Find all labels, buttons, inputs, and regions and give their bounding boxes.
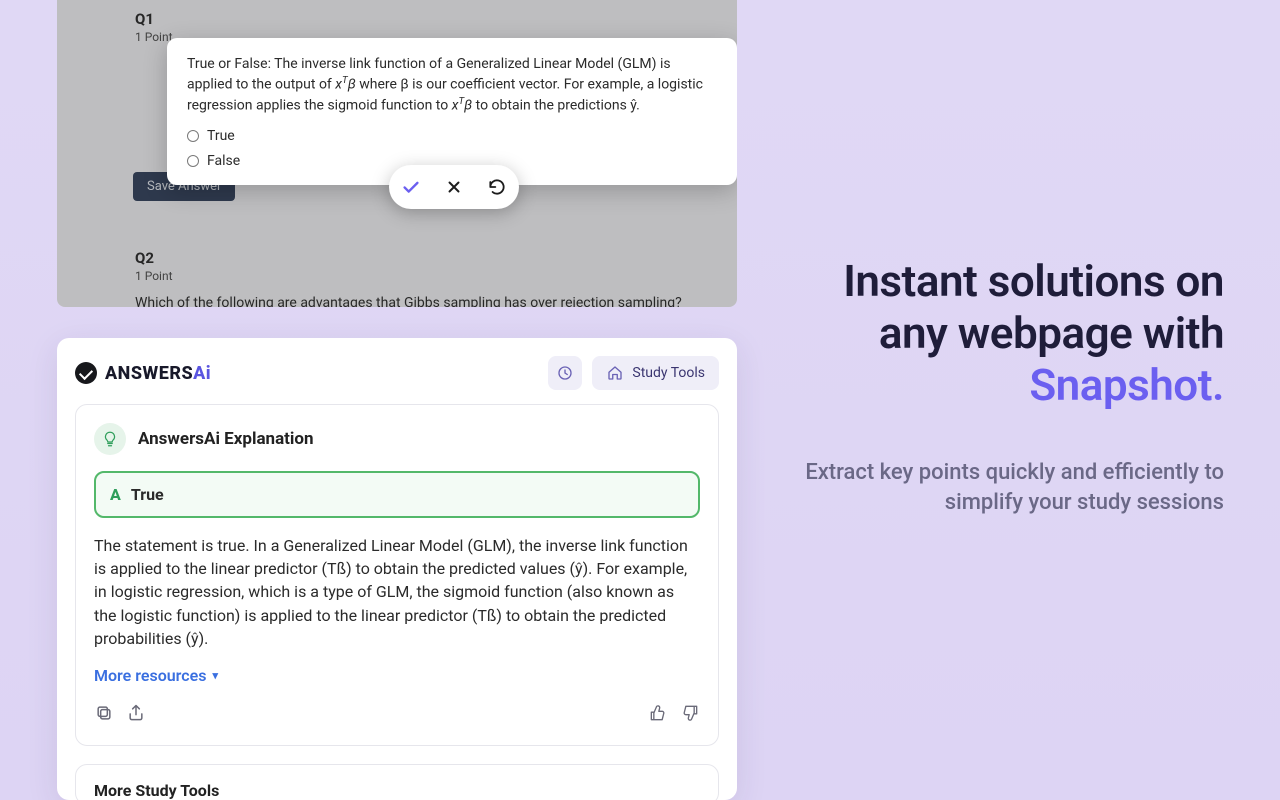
q2-number: Q2 — [135, 249, 713, 267]
share-icon — [126, 703, 146, 723]
refresh-icon — [487, 177, 507, 197]
option-true[interactable]: True — [187, 126, 717, 146]
hero-sub: Extract key points quickly and efficient… — [794, 458, 1224, 518]
hero-line3: Snapshot. — [1029, 359, 1224, 411]
check-icon — [400, 176, 422, 198]
more-resources-label: More resources — [94, 666, 206, 685]
more-study-tools-card[interactable]: More Study Tools — [75, 764, 719, 800]
thumbs-down-button[interactable] — [680, 703, 700, 727]
answers-panel: ANSWERSAi Study Tools AnswersAi Explanat… — [57, 338, 737, 800]
lightbulb-badge — [94, 423, 126, 455]
chevron-down-icon: ▾ — [212, 669, 218, 682]
option-true-label: True — [207, 126, 235, 146]
answer-text: True — [131, 485, 164, 504]
action-pill — [389, 165, 519, 209]
radio-icon — [187, 130, 199, 142]
q1-card: True or False: The inverse link function… — [167, 38, 737, 185]
q1-number: Q1 — [135, 10, 713, 28]
option-false-label: False — [207, 151, 240, 171]
thumbs-up-icon — [648, 703, 668, 723]
confirm-button[interactable] — [399, 175, 423, 199]
explanation-card: AnswersAi Explanation A True The stateme… — [75, 404, 719, 746]
q1-stem-c: to obtain the predictions ŷ. — [472, 98, 640, 114]
home-icon — [606, 364, 624, 382]
quiz-screenshot: Q1 1 Point Save Answer Q2 1 Point Which … — [57, 0, 737, 307]
cancel-button[interactable] — [442, 175, 466, 199]
copy-icon — [94, 703, 114, 723]
history-button[interactable] — [548, 356, 582, 390]
study-tools-label: Study Tools — [632, 365, 705, 381]
brand-logo: ANSWERSAi — [75, 362, 211, 384]
hero-line1: Instant solutions on — [843, 255, 1224, 307]
clock-icon — [556, 364, 574, 382]
thumbs-down-icon — [680, 703, 700, 723]
more-resources-link[interactable]: More resources ▾ — [94, 666, 700, 685]
answer-letter: A — [110, 485, 121, 504]
hero-line2: any webpage with — [879, 307, 1224, 359]
thumbs-up-button[interactable] — [648, 703, 668, 727]
q2-points: 1 Point — [135, 269, 713, 283]
close-icon — [445, 178, 463, 196]
explanation-title: AnswersAi Explanation — [138, 429, 314, 449]
lightbulb-icon — [101, 430, 119, 448]
answer-pill: A True — [94, 471, 700, 518]
hero: Instant solutions on any webpage with Sn… — [794, 256, 1224, 518]
hero-heading: Instant solutions on any webpage with Sn… — [794, 256, 1224, 412]
copy-button[interactable] — [94, 703, 114, 727]
brand-b: Ai — [193, 363, 211, 384]
more-study-tools-label: More Study Tools — [94, 781, 219, 800]
explanation-body: The statement is true. In a Generalized … — [94, 534, 700, 650]
brand-a: ANSWERS — [105, 363, 193, 384]
share-button[interactable] — [126, 703, 146, 727]
checkbadge-icon — [75, 362, 97, 384]
q2-text: Which of the following are advantages th… — [135, 295, 713, 307]
radio-icon — [187, 155, 199, 167]
study-tools-button[interactable]: Study Tools — [592, 356, 719, 390]
retry-button[interactable] — [485, 175, 509, 199]
